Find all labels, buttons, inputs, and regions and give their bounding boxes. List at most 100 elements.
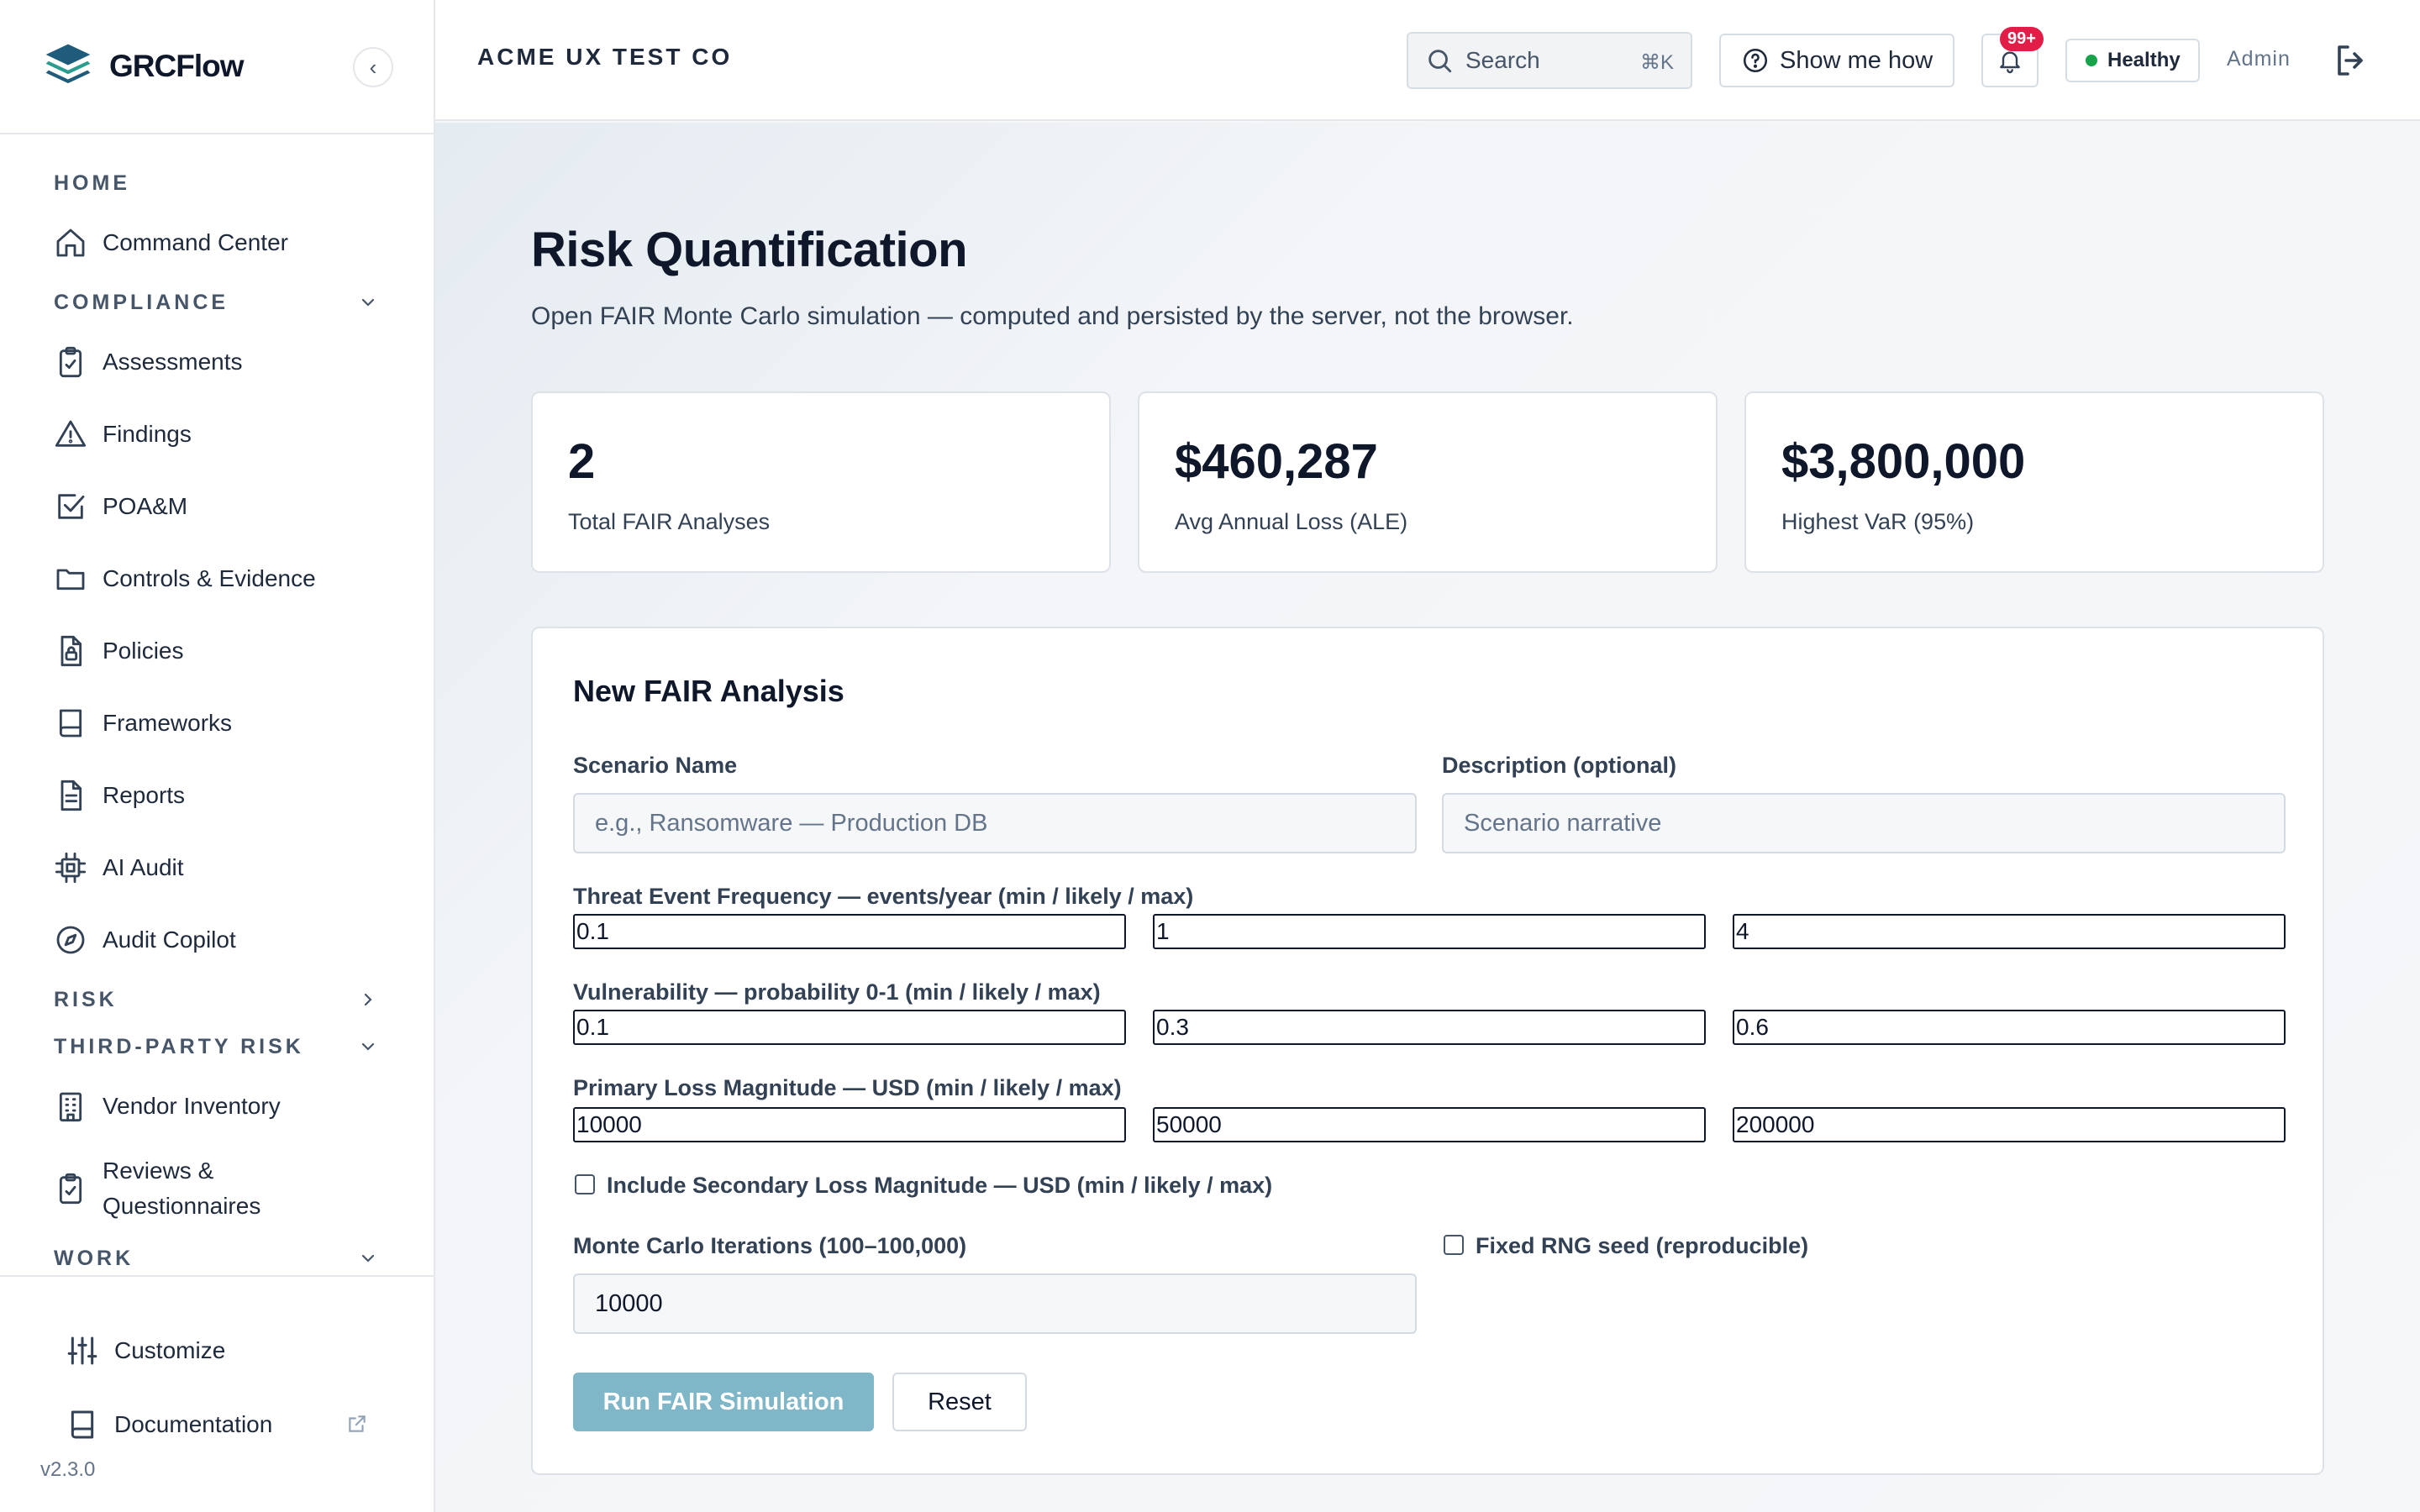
user-name: Admin [2227,47,2291,71]
primary-loss-likely-input[interactable]: 50000 [1153,1107,1706,1142]
book-icon [59,709,82,738]
sidebar-item-label: Frameworks [103,710,233,736]
documentation-label: Documentation [114,1411,273,1437]
stat-card-avg-annual-loss: $460,287 Avg Annual Loss (ALE) [1138,391,1718,573]
search-button[interactable]: Search ⌘K [1407,32,1692,89]
sidebar-item-label: Controls & Evidence [103,565,316,591]
nav-section-home: HOME [0,160,434,207]
description-label: Description (optional) [1442,753,1676,778]
layers-logo-icon [45,44,91,84]
reset-button[interactable]: Reset [892,1373,1027,1431]
sidebar-item-audit-copilot[interactable]: Audit Copilot [0,904,434,976]
health-label: Healthy [2107,49,2181,71]
sidebar-item-controls-evidence[interactable]: Controls & Evidence [0,543,434,615]
description-input[interactable]: Scenario narrative [1442,793,2286,853]
stat-label: Highest VaR (95%) [1781,509,1975,534]
run-fair-simulation-button[interactable]: Run FAIR Simulation [573,1373,874,1431]
app-version: v2.3.0 [40,1458,96,1481]
collapse-sidebar-button[interactable]: ‹ [353,47,393,87]
chevron-right-icon [364,993,372,1006]
fixed-seed-label: Fixed RNG seed (reproducible) [1476,1233,1809,1258]
secondary-loss-label: Include Secondary Loss Magnitude — USD (… [607,1173,1273,1198]
health-status-badge[interactable]: Healthy [2065,39,2200,82]
primary-loss-max-input[interactable]: 200000 [1733,1107,2286,1142]
nav-section-compliance[interactable]: COMPLIANCE [0,279,434,326]
nav-section-third-party-risk[interactable]: THIRD-PARTY RISK [0,1023,434,1070]
sidebar-item-reviews-questionnaires[interactable]: Reviews & Questionnaires [0,1142,434,1235]
documentation-link[interactable]: Documentation [0,1388,434,1462]
nav-section-label: RISK [54,987,118,1011]
brand-name: GRCFlow [109,49,244,83]
chevron-down-icon [361,298,375,307]
sidebar-item-ai-audit[interactable]: AI Audit [0,832,434,904]
sidebar-item-command-center[interactable]: Command Center [0,207,434,279]
page-subtitle: Open FAIR Monte Carlo simulation — compu… [531,302,1574,330]
chevron-down-icon [361,1254,375,1263]
building-icon [59,1092,82,1122]
sidebar-item-label: POA&M [103,493,188,519]
sidebar-item-label: AI Audit [103,854,184,880]
nav-section-label: HOME [54,171,130,195]
brand: GRCFlow ‹ [0,0,434,134]
page-title: Risk Quantification [531,223,968,277]
stat-label: Avg Annual Loss (ALE) [1175,509,1408,534]
tef-min-input[interactable]: 0.1 [573,914,1126,949]
tef-max-input[interactable]: 4 [1733,914,2286,949]
sidebar-footer: Customize Documentation v2.3.0 [0,1275,434,1512]
logout-icon[interactable] [2331,40,2371,81]
sidebar-item-poa-m[interactable]: POA&M [0,470,434,543]
primary-loss-min-input[interactable]: 10000 [573,1107,1126,1142]
scenario-name-label: Scenario Name [573,753,738,778]
top-header: ACME UX TEST CO Search ⌘K Show me how 99… [435,0,2420,121]
stat-value: $460,287 [1175,434,1378,489]
vulnerability-likely-input[interactable]: 0.3 [1153,1010,1706,1045]
sidebar-item-assessments[interactable]: Assessments [0,326,434,398]
sliders-icon [67,1336,97,1365]
book-icon [71,1410,94,1439]
nav-section-label: THIRD-PARTY RISK [54,1034,304,1058]
primary-loss-label: Primary Loss Magnitude — USD (min / like… [573,1075,1122,1100]
chevron-left-icon: ‹ [369,54,377,80]
file-text-icon [60,780,82,811]
sidebar-item-reports[interactable]: Reports [0,759,434,832]
sidebar-item-label: Vendor Inventory [103,1093,281,1119]
sidebar-item-label: Assessments [103,349,243,375]
vulnerability-min-input[interactable]: 0.1 [573,1010,1126,1045]
sidebar-nav: HOME Command Center COMPLIANCE Assessments F… [0,134,434,1277]
sidebar-item-label: Command Center [103,229,288,255]
vulnerability-max-input[interactable]: 0.6 [1733,1010,2286,1045]
scenario-name-input[interactable]: e.g., Ransomware — Production DB [573,793,1417,853]
sidebar-item-findings[interactable]: Findings [0,398,434,470]
chevron-down-icon [361,1042,375,1051]
stat-label: Total FAIR Analyses [568,509,771,534]
sidebar: GRCFlow ‹ HOME Command Center COMPLIANCE As… [0,0,435,1512]
tef-likely-input[interactable]: 1 [1153,914,1706,949]
customize-label: Customize [114,1337,226,1363]
clipboard-check-icon [59,346,82,378]
nav-section-risk[interactable]: RISK [0,976,434,1023]
iterations-input[interactable]: 10000 [573,1273,1417,1334]
show-me-how-button[interactable]: Show me how [1719,34,1954,87]
customize-button[interactable]: Customize [0,1314,434,1388]
sidebar-item-label: Reports [103,782,186,808]
vulnerability-label: Vulnerability — probability 0-1 (min / l… [573,979,1101,1005]
document-lock-icon [60,635,82,667]
sidebar-item-label: Policies [103,638,184,664]
sidebar-item-frameworks[interactable]: Frameworks [0,687,434,759]
tef-label: Threat Event Frequency — events/year (mi… [573,884,1194,909]
sidebar-item-vendor-inventory[interactable]: Vendor Inventory [0,1070,434,1142]
fixed-seed-checkbox[interactable] [1444,1235,1464,1255]
show-me-how-label: Show me how [1780,46,1933,74]
secondary-loss-checkbox[interactable] [575,1174,595,1194]
sidebar-item-policies[interactable]: Policies [0,615,434,687]
stat-card-highest-var: $3,800,000 Highest VaR (95%) [1744,391,2324,573]
nav-section-label: WORK [54,1246,134,1270]
stat-value: $3,800,000 [1781,434,2026,489]
stat-value: 2 [568,434,596,489]
notification-count-badge: 99+ [2000,27,2044,51]
iterations-label: Monte Carlo Iterations (100–100,000) [573,1233,967,1258]
nav-section-work[interactable]: WORK [0,1235,434,1277]
compass-icon [56,926,85,954]
cpu-chip-icon [55,852,87,884]
search-icon [1428,50,1452,73]
